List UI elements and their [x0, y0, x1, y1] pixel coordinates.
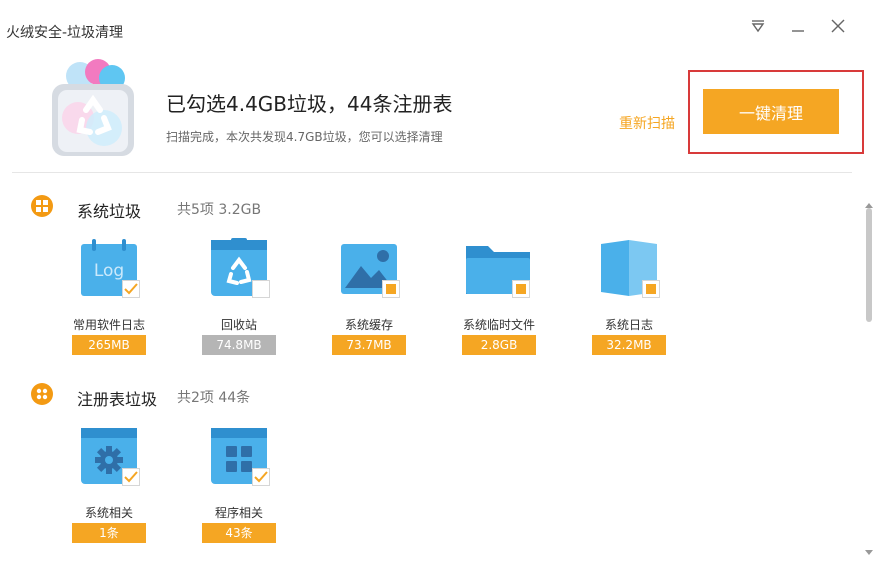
section-title-registry-junk: 注册表垃圾 — [77, 390, 158, 409]
item-label: 系统相关 — [84, 506, 133, 520]
registry-item-program-related[interactable]: 程序相关 43条 — [184, 426, 294, 556]
item-label: 系统日志 — [604, 318, 653, 332]
minimize-icon[interactable] — [786, 14, 810, 38]
item-label: 系统临时文件 — [462, 318, 535, 332]
item-checkbox[interactable] — [122, 280, 140, 298]
item-label: 常用软件日志 — [72, 318, 145, 332]
section-meta-system-junk: 共5项 3.2GB — [177, 202, 262, 218]
item-size-badge: 2.8GB — [462, 335, 536, 355]
menu-icon[interactable] — [746, 14, 770, 38]
item-size-badge: 73.7MB — [332, 335, 406, 355]
item-size-badge: 1条 — [72, 523, 146, 543]
item-checkbox[interactable] — [252, 468, 270, 486]
item-size-badge: 43条 — [202, 523, 276, 543]
item-label: 程序相关 — [214, 506, 263, 520]
junk-item-system-cache[interactable]: 系统缓存 73.7MB — [314, 238, 424, 368]
junk-item-system-logs[interactable]: 系统日志 32.2MB — [574, 238, 684, 368]
registry-icon — [31, 383, 53, 405]
junk-item-system-temp-files[interactable]: 系统临时文件 2.8GB — [444, 238, 554, 368]
windows-icon — [31, 195, 53, 217]
item-size-badge: 265MB — [72, 335, 146, 355]
item-checkbox-partial[interactable] — [512, 280, 530, 298]
item-size-badge: 32.2MB — [592, 335, 666, 355]
one-click-clean-button[interactable]: 一键清理 — [703, 89, 839, 134]
svg-text:Log: Log — [94, 261, 124, 281]
item-label: 系统缓存 — [344, 318, 393, 332]
rescan-link[interactable]: 重新扫描 — [619, 113, 675, 133]
junk-item-recycle-bin[interactable]: 回收站 74.8MB — [184, 238, 294, 368]
item-checkbox-partial[interactable] — [382, 280, 400, 298]
item-size-badge: 74.8MB — [202, 335, 276, 355]
section-meta-registry-junk: 共2项 44条 — [177, 390, 251, 406]
junk-item-software-logs[interactable]: Log 常用软件日志 265MB — [54, 238, 164, 368]
scroll-up-arrow-icon[interactable] — [864, 194, 874, 208]
item-label: 回收站 — [220, 318, 257, 332]
close-icon[interactable] — [826, 14, 850, 38]
scroll-down-arrow-icon[interactable] — [864, 542, 874, 555]
registry-item-system-related[interactable]: 系统相关 1条 — [54, 426, 164, 556]
section-title-system-junk: 系统垃圾 — [77, 202, 142, 221]
scrollbar-thumb[interactable] — [866, 208, 872, 322]
trash-bin-hero-icon — [50, 58, 136, 158]
scan-summary-headline: 已勾选4.4GB垃圾，44条注册表 — [166, 92, 453, 116]
scan-summary-subline: 扫描完成，本次共发现4.7GB垃圾，您可以选择清理 — [166, 130, 443, 144]
item-checkbox[interactable] — [252, 280, 270, 298]
item-checkbox[interactable] — [122, 468, 140, 486]
header-divider — [12, 172, 852, 173]
window-title: 火绒安全-垃圾清理 — [6, 25, 124, 41]
item-checkbox-partial[interactable] — [642, 280, 660, 298]
